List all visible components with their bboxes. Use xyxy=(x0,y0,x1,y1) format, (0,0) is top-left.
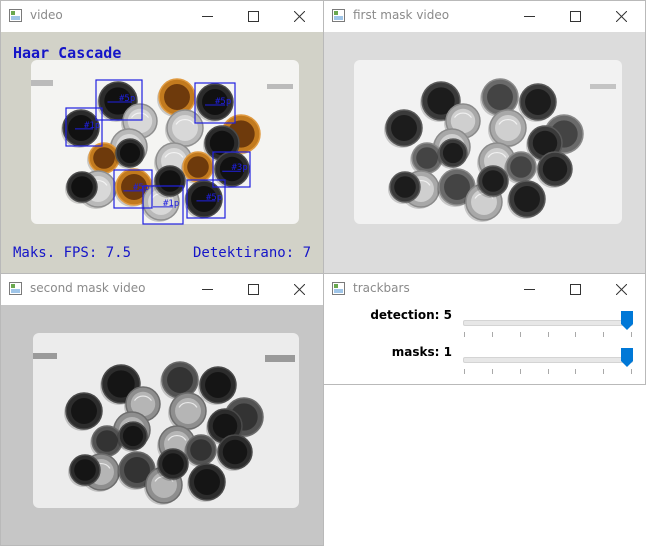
video-image: #5p #1p #5p #3p #5p #1p #5p xyxy=(1,32,323,273)
maximize-button[interactable] xyxy=(231,3,277,30)
slider-tick xyxy=(603,369,605,374)
first-mask-image xyxy=(324,32,645,273)
app-icon xyxy=(332,282,345,295)
close-button[interactable] xyxy=(599,3,645,30)
close-icon xyxy=(294,284,305,295)
slider-tick xyxy=(491,332,493,337)
slider-tick xyxy=(491,369,493,374)
detection-label: #1p xyxy=(84,121,100,131)
window-title: trackbars xyxy=(353,281,410,295)
maximize-button[interactable] xyxy=(231,276,277,303)
slider-tick xyxy=(519,369,521,374)
trackbar-label: masks: 1 xyxy=(391,345,452,359)
minimize-icon xyxy=(524,16,535,17)
slider-tick xyxy=(631,369,632,374)
slider-thumb[interactable] xyxy=(621,311,633,330)
minimize-icon xyxy=(202,16,213,17)
detection-label: #3p xyxy=(232,163,248,173)
title-bar[interactable]: second mask video xyxy=(1,274,323,305)
slider-tick xyxy=(575,332,577,337)
app-icon xyxy=(332,9,345,22)
first-mask-window[interactable]: first mask video xyxy=(323,0,646,274)
minimize-button[interactable] xyxy=(507,3,553,30)
title-bar[interactable]: trackbars xyxy=(324,274,645,305)
maximize-button[interactable] xyxy=(553,276,599,303)
slider-tick xyxy=(519,332,521,337)
trackbar-panel: detection: 5 masks: 1 xyxy=(324,305,645,384)
slider-tick xyxy=(603,332,605,337)
close-button[interactable] xyxy=(599,276,645,303)
video-window[interactable]: video #5p #1p #5p #3p #5p #1p #5p Haar Cascade… xyxy=(0,0,324,274)
slider-tick xyxy=(547,369,549,374)
slider-track[interactable] xyxy=(463,320,633,326)
maximize-icon xyxy=(248,284,259,295)
detection-label: #5p xyxy=(206,193,222,203)
trackbars-window[interactable]: trackbars detection: 5 masks: 1 xyxy=(323,273,646,385)
first-mask-frame xyxy=(324,32,645,273)
title-bar[interactable]: first mask video xyxy=(324,1,645,32)
detected-count: Detektirano: 7 xyxy=(193,245,312,261)
minimize-button[interactable] xyxy=(507,276,553,303)
app-icon xyxy=(9,282,22,295)
maximize-icon xyxy=(570,11,581,22)
window-title: first mask video xyxy=(353,8,450,22)
fps-readout: Maks. FPS: 7.5 xyxy=(13,245,132,261)
slider-tick xyxy=(464,369,465,374)
slider-tick xyxy=(464,332,465,337)
slider-thumb[interactable] xyxy=(621,348,633,367)
close-icon xyxy=(616,284,627,295)
detection-label: #5p xyxy=(133,183,149,193)
detection-label: #1p xyxy=(163,199,179,209)
detection-label: #5p xyxy=(119,94,135,104)
second-mask-image xyxy=(1,305,323,545)
minimize-icon xyxy=(202,289,213,290)
close-button[interactable] xyxy=(277,276,323,303)
minimize-button[interactable] xyxy=(185,276,231,303)
overlay-heading: Haar Cascade xyxy=(13,44,122,62)
second-mask-frame xyxy=(1,305,323,545)
trackbar-label: detection: 5 xyxy=(370,308,452,322)
minimize-icon xyxy=(524,289,535,290)
window-title: second mask video xyxy=(30,281,146,295)
maximize-icon xyxy=(248,11,259,22)
minimize-button[interactable] xyxy=(185,3,231,30)
close-icon xyxy=(294,11,305,22)
second-mask-window[interactable]: second mask video xyxy=(0,273,324,546)
close-button[interactable] xyxy=(277,3,323,30)
slider-tick xyxy=(547,332,549,337)
maximize-icon xyxy=(570,284,581,295)
slider-tick xyxy=(575,369,577,374)
slider-ticks xyxy=(464,369,632,375)
maximize-button[interactable] xyxy=(553,3,599,30)
app-icon xyxy=(9,9,22,22)
slider-ticks xyxy=(464,332,632,338)
slider-track[interactable] xyxy=(463,357,633,363)
close-icon xyxy=(616,11,627,22)
window-title: video xyxy=(30,8,63,22)
slider-tick xyxy=(631,332,632,337)
video-frame: #5p #1p #5p #3p #5p #1p #5p Haar Cascade Maks.… xyxy=(1,32,323,273)
detection-label: #5p xyxy=(215,97,231,107)
trackbar-masks: masks: 1 xyxy=(324,343,645,383)
trackbar-detection: detection: 5 xyxy=(324,306,645,346)
title-bar[interactable]: video xyxy=(1,1,323,32)
